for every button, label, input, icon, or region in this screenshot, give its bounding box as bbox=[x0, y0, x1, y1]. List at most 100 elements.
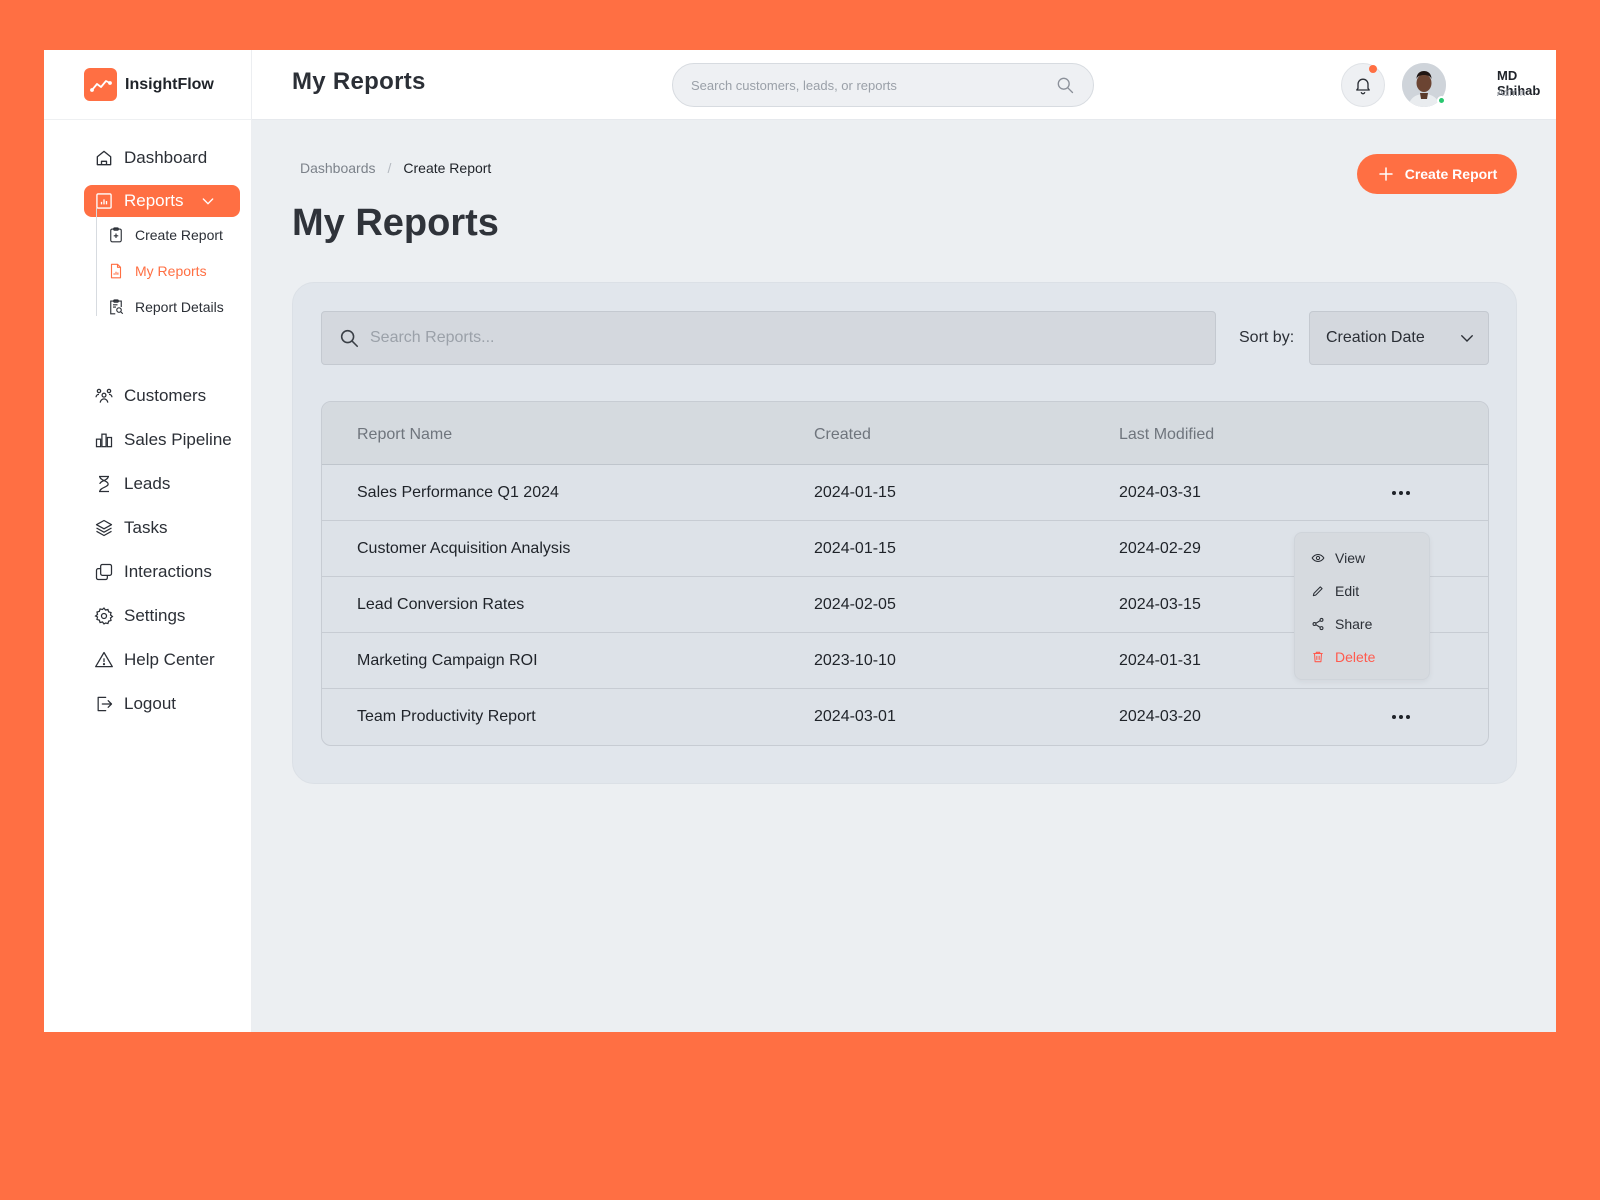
chevron-down-icon bbox=[1461, 335, 1473, 342]
page-title: My Reports bbox=[292, 202, 499, 244]
report-name-cell: Team Productivity Report bbox=[357, 708, 536, 725]
copy-icon bbox=[95, 563, 113, 581]
modified-cell: 2024-03-20 bbox=[1119, 708, 1201, 725]
menu-item-label: Delete bbox=[1335, 649, 1376, 665]
sidebar-item-sales-pipeline[interactable]: Sales Pipeline bbox=[84, 424, 240, 456]
sort-select[interactable]: Creation Date bbox=[1309, 311, 1489, 365]
created-cell: 2024-01-15 bbox=[814, 484, 896, 501]
create-report-button-label: Create Report bbox=[1404, 166, 1498, 182]
column-header-created[interactable]: Created bbox=[814, 426, 871, 444]
global-search[interactable] bbox=[672, 63, 1094, 107]
online-status-dot bbox=[1437, 96, 1446, 105]
reports-search[interactable] bbox=[321, 311, 1216, 365]
sidebar: InsightFlow Dashboard Reports Customers … bbox=[44, 50, 252, 1032]
reports-search-input[interactable] bbox=[370, 329, 1215, 347]
report-name-cell: Customer Acquisition Analysis bbox=[357, 540, 571, 557]
modified-cell: 2024-02-29 bbox=[1119, 540, 1201, 557]
sidebar-item-label: Sales Pipeline bbox=[124, 430, 232, 449]
chevron-down-icon[interactable] bbox=[200, 193, 216, 209]
sidebar-item-label: Dashboard bbox=[124, 148, 208, 167]
sidebar-item-help-center[interactable]: Help Center bbox=[84, 644, 240, 676]
breadcrumb-current: Create Report bbox=[403, 160, 492, 176]
sidebar-item-label: Tasks bbox=[124, 518, 168, 537]
sidebar-item-customers[interactable]: Customers bbox=[84, 380, 240, 412]
table-row[interactable]: Sales Performance Q1 2024 2024-01-15 202… bbox=[322, 465, 1488, 521]
sidebar-item-label: Leads bbox=[124, 474, 171, 493]
subnav-item-report-details[interactable]: Report Details bbox=[107, 294, 224, 320]
report-name-cell: Marketing Campaign ROI bbox=[357, 652, 538, 669]
file-chart-icon bbox=[110, 263, 122, 279]
notification-dot bbox=[1369, 65, 1377, 73]
menu-item-share[interactable]: Share bbox=[1311, 613, 1372, 635]
users-icon bbox=[95, 388, 113, 403]
sidebar-item-label: Logout bbox=[124, 694, 176, 713]
share-icon bbox=[1312, 617, 1324, 631]
brand-name: InsightFlow bbox=[125, 75, 214, 93]
sidebar-item-tasks[interactable]: Tasks bbox=[84, 512, 240, 544]
subnav-item-my-reports[interactable]: My Reports bbox=[107, 258, 207, 284]
home-icon bbox=[96, 150, 112, 166]
created-cell: 2024-01-15 bbox=[814, 540, 896, 557]
created-cell: 2023-10-10 bbox=[814, 652, 896, 669]
created-cell: 2024-02-05 bbox=[814, 596, 896, 613]
table-header: Report Name Created Last Modified bbox=[322, 402, 1488, 465]
bar-chart-icon bbox=[95, 433, 113, 448]
reports-subnav: Create Report My Reports Report Details bbox=[96, 208, 246, 316]
created-cell: 2024-03-01 bbox=[814, 708, 896, 725]
sidebar-item-interactions[interactable]: Interactions bbox=[84, 556, 240, 588]
brand-logo-icon bbox=[84, 68, 117, 101]
eye-icon bbox=[1311, 553, 1325, 563]
menu-item-delete[interactable]: Delete bbox=[1311, 646, 1375, 668]
table-row[interactable]: Team Productivity Report 2024-03-01 2024… bbox=[322, 689, 1488, 745]
modified-cell: 2024-03-31 bbox=[1119, 484, 1201, 501]
subnav-item-label: Create Report bbox=[135, 227, 223, 243]
menu-item-label: View bbox=[1335, 550, 1366, 566]
row-actions-button[interactable] bbox=[1386, 703, 1416, 731]
column-header-last-modified[interactable]: Last Modified bbox=[1119, 426, 1214, 444]
modified-cell: 2024-01-31 bbox=[1119, 652, 1201, 669]
global-search-input[interactable] bbox=[691, 77, 1055, 93]
trash-icon bbox=[1313, 651, 1323, 663]
subnav-item-label: Report Details bbox=[135, 299, 224, 315]
sort-select-value: Creation Date bbox=[1326, 329, 1425, 346]
sidebar-item-logout[interactable]: Logout bbox=[84, 688, 240, 720]
search-icon bbox=[340, 329, 359, 348]
menu-item-label: Edit bbox=[1335, 583, 1360, 599]
logout-icon bbox=[97, 696, 113, 712]
search-icon[interactable] bbox=[1055, 75, 1075, 95]
plus-icon bbox=[1378, 167, 1393, 181]
breadcrumb: Dashboards / Create Report bbox=[300, 160, 491, 176]
breadcrumb-link-dashboards[interactable]: Dashboards bbox=[300, 160, 376, 176]
row-context-menu: View Edit Share Delete bbox=[1294, 532, 1430, 680]
pencil-icon bbox=[1312, 586, 1323, 597]
subnav-item-label: My Reports bbox=[135, 263, 207, 279]
brand[interactable]: InsightFlow bbox=[44, 50, 251, 120]
breadcrumb-separator: / bbox=[387, 160, 392, 176]
sidebar-item-label: Help Center bbox=[124, 650, 215, 669]
sidebar-item-label: Interactions bbox=[124, 562, 212, 581]
column-header-report-name[interactable]: Report Name bbox=[357, 426, 452, 444]
bell-icon bbox=[1356, 78, 1370, 95]
row-actions-button[interactable] bbox=[1386, 479, 1416, 507]
sidebar-item-label: Settings bbox=[124, 606, 186, 625]
hourglass-icon bbox=[99, 475, 109, 493]
gear-icon bbox=[94, 607, 114, 625]
app-window: InsightFlow Dashboard Reports Customers … bbox=[44, 50, 1556, 1032]
clipboard-search-icon bbox=[110, 299, 124, 315]
clipboard-plus-icon bbox=[110, 227, 122, 243]
sidebar-item-dashboard[interactable]: Dashboard bbox=[84, 142, 240, 174]
sidebar-item-leads[interactable]: Leads bbox=[84, 468, 240, 500]
subnav-item-create-report[interactable]: Create Report bbox=[107, 222, 223, 248]
menu-item-edit[interactable]: Edit bbox=[1311, 580, 1359, 602]
menu-item-view[interactable]: View bbox=[1311, 547, 1365, 569]
sort-label: Sort by: bbox=[1239, 329, 1295, 346]
sidebar-item-settings[interactable]: Settings bbox=[84, 600, 240, 632]
layers-icon bbox=[95, 519, 113, 537]
avatar[interactable] bbox=[1402, 63, 1446, 107]
warning-icon bbox=[95, 651, 113, 668]
menu-item-label: Share bbox=[1335, 616, 1373, 632]
top-header: My Reports MD Shihab Admin bbox=[252, 50, 1556, 120]
create-report-button[interactable]: Create Report bbox=[1357, 154, 1517, 194]
sidebar-item-label: Customers bbox=[124, 386, 207, 405]
notifications-button[interactable] bbox=[1341, 63, 1385, 107]
